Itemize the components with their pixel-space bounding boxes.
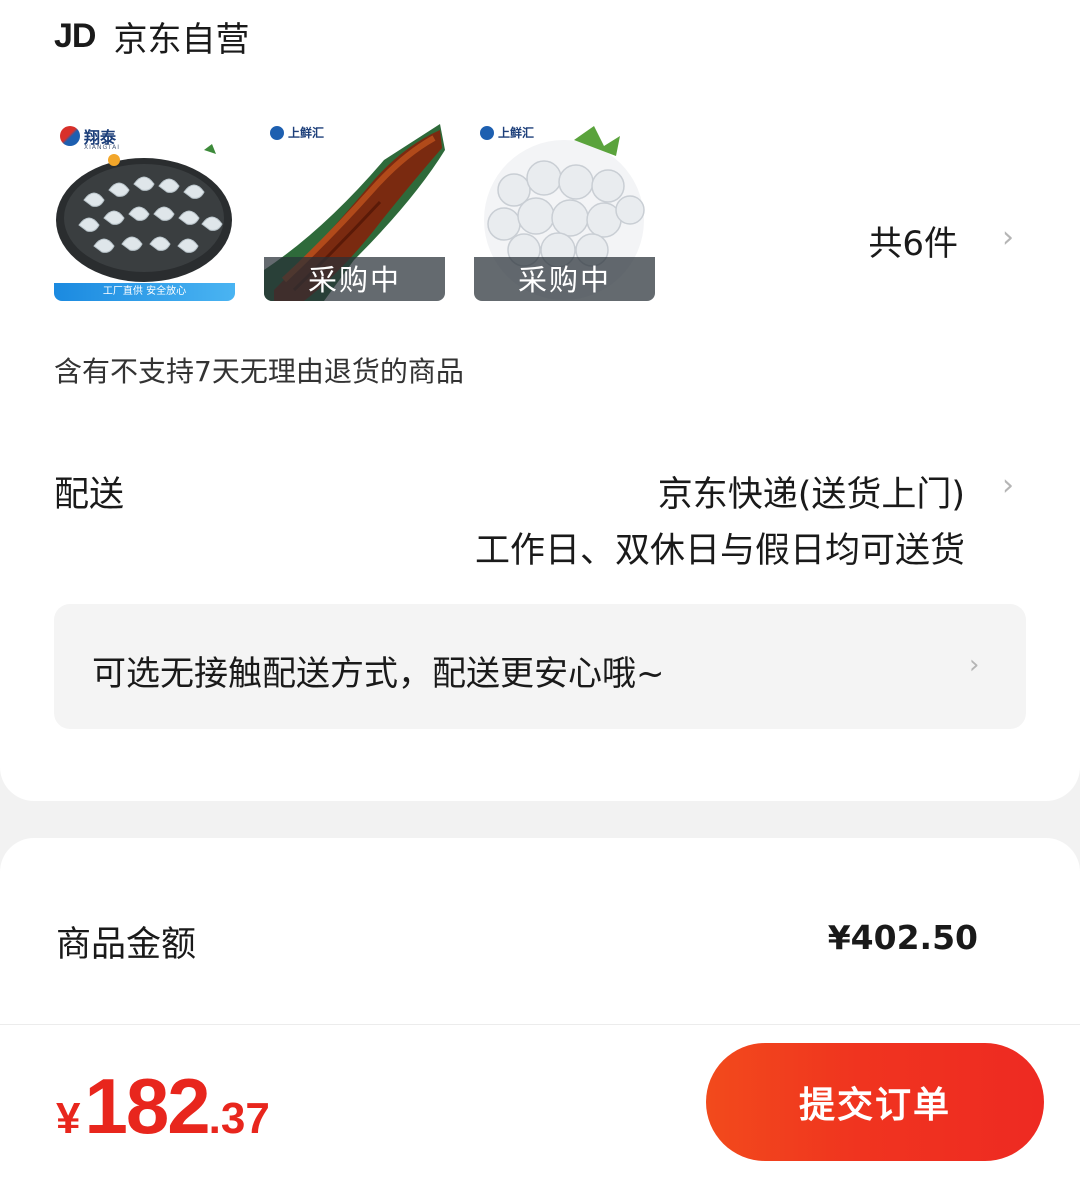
brand-logo: 上鲜汇 xyxy=(480,124,534,141)
product-thumbnail-shrimp-plate[interactable]: 翔泰 XIANGTAI 工厂直供 安全放心 xyxy=(54,120,235,301)
goods-amount-value: ¥402.50 xyxy=(827,918,978,957)
goods-amount-label: 商品金额 xyxy=(56,925,197,965)
total-price: ¥ 182 .37 xyxy=(56,1061,270,1152)
total-currency: ¥ xyxy=(56,1094,81,1143)
chevron-right-icon[interactable]: › xyxy=(1002,220,1014,255)
product-thumbnail-eel[interactable]: 上鲜汇 采购中 xyxy=(264,120,445,301)
chevron-right-icon[interactable]: › xyxy=(1002,468,1014,503)
shipping-method[interactable]: 京东快递(送货上门) xyxy=(658,466,965,517)
store-header: JD 京东自营 xyxy=(54,10,249,62)
order-package-card: JD 京东自营 翔泰 XIANGTAI 工厂直供 安全放心 上鲜汇 采购中 上鲜… xyxy=(0,0,1080,801)
brand-name: 上鲜汇 xyxy=(498,126,535,140)
total-decimal: .37 xyxy=(208,1094,270,1143)
brand-logo: 上鲜汇 xyxy=(270,124,324,141)
submit-order-button[interactable]: 提交订单 xyxy=(706,1043,1044,1161)
checkout-bar: ¥ 182 .37 提交订单 xyxy=(0,1024,1080,1161)
jd-logo: JD xyxy=(54,16,96,55)
brand-subtitle: XIANGTAI xyxy=(84,144,120,151)
contactless-delivery-option[interactable]: 可选无接触配送方式，配送更安心哦~ xyxy=(54,604,1026,729)
item-count-link[interactable]: 共6件 xyxy=(868,216,958,265)
product-badge: 工厂直供 安全放心 xyxy=(54,283,235,301)
brand-mark-icon xyxy=(270,125,284,140)
contactless-delivery-text: 可选无接触配送方式，配送更安心哦~ xyxy=(92,654,665,694)
product-thumbnail-peeled-shrimp[interactable]: 上鲜汇 采购中 xyxy=(474,120,655,301)
total-integer: 182 xyxy=(84,1062,210,1150)
brand-mark-icon xyxy=(60,126,80,146)
purchasing-status-badge: 采购中 xyxy=(474,257,655,301)
return-policy-notice: 含有不支持7天无理由退货的商品 xyxy=(54,355,464,388)
store-name: 京东自营 xyxy=(113,19,250,60)
brand-mark-icon xyxy=(480,125,494,140)
chevron-right-icon[interactable]: › xyxy=(969,650,979,680)
shipping-label: 配送 xyxy=(54,475,125,515)
brand-name: 上鲜汇 xyxy=(288,126,325,140)
shipping-time[interactable]: 工作日、双休日与假日均可送货 xyxy=(475,522,965,573)
purchasing-status-badge: 采购中 xyxy=(264,257,445,301)
